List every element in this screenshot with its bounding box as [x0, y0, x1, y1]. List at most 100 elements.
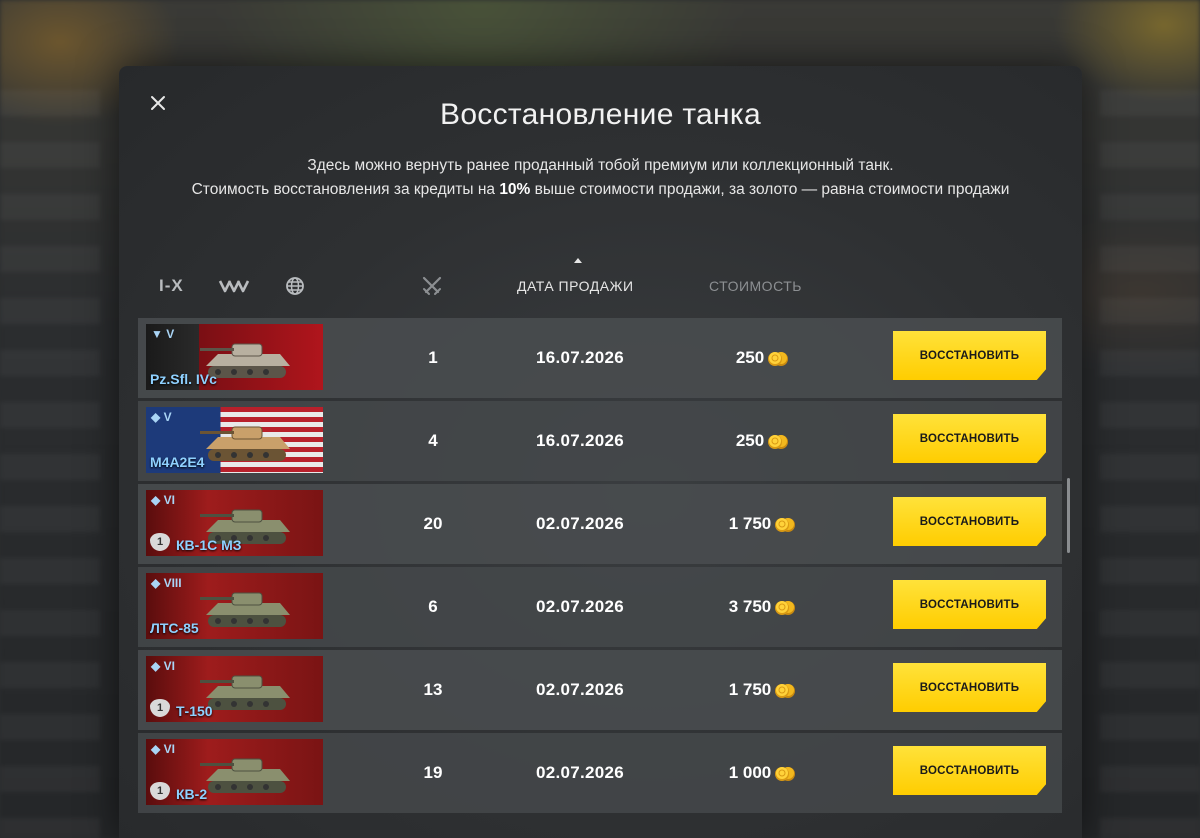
tier-label: VI	[163, 742, 175, 756]
tank-image	[198, 585, 298, 631]
background-sidebar	[1100, 90, 1200, 838]
tier-label: VI	[163, 493, 175, 507]
sale-date: 02.07.2026	[535, 763, 625, 782]
sale-date-column-header[interactable]: ДАТА ПРОДАЖИ	[517, 270, 634, 302]
tank-tier: ◆ VIII	[151, 576, 182, 590]
tank-list: ▼ V Pz.Sfl. IVc 1 16.07.2026 250 ВОССТАНОВИТЬ…	[138, 318, 1062, 816]
cost-value: 3 750	[728, 597, 772, 616]
restore-button[interactable]: ВОССТАНОВИТЬ	[893, 497, 1046, 546]
battles-column-header[interactable]	[421, 270, 443, 302]
restore-button[interactable]: ВОССТАНОВИТЬ	[893, 746, 1046, 795]
tank-name: M4A2E4	[150, 454, 205, 470]
restore-tank-dialog: Восстановление танка Здесь можно вернуть…	[119, 66, 1082, 838]
tank-card[interactable]: ◆ VIII ЛТС-85	[146, 573, 323, 639]
tank-type-icon: ◆	[151, 576, 161, 590]
tank-name: ЛТС-85	[150, 620, 199, 636]
vehicle-type-icon	[218, 280, 250, 293]
table-row: ◆ VI 1 Т-150 13 02.07.2026 1 750 ВОССТАНОВИТЬ	[138, 650, 1062, 730]
restore-cost: 250	[703, 401, 823, 481]
tier-label: V	[163, 410, 172, 424]
battles-count: 13	[423, 680, 443, 699]
restore-button[interactable]: ВОССТАНОВИТЬ	[893, 331, 1046, 380]
tank-card[interactable]: ◆ VI 1 КВ-2	[146, 739, 323, 805]
sale-date: 16.07.2026	[535, 348, 625, 367]
cost-value: 1 750	[728, 680, 772, 699]
restore-cost: 3 750	[703, 567, 823, 647]
restore-cost: 250	[703, 318, 823, 398]
cost-value: 250	[735, 348, 765, 367]
nation-filter[interactable]	[285, 270, 305, 302]
tank-name: Т-150	[176, 703, 213, 719]
sale-date: 02.07.2026	[535, 597, 625, 616]
tank-type-icon: ◆	[151, 410, 161, 424]
tank-type-icon: ▼	[151, 327, 163, 341]
battles-count: 1	[428, 348, 438, 367]
tank-name: КВ-1С МЗ	[176, 537, 242, 553]
restore-button[interactable]: ВОССТАНОВИТЬ	[893, 663, 1046, 712]
gold-coins-icon	[775, 518, 796, 532]
tank-tier: ◆ V	[151, 410, 172, 424]
sale-date: 02.07.2026	[535, 680, 625, 699]
sale-date: 16.07.2026	[535, 431, 625, 450]
filter-header: I-X ДАТА ПРОДАЖИ СТОИМОСТЬ	[119, 258, 1082, 302]
description-text: Стоимость восстановления за кредиты на	[191, 181, 500, 198]
cost-value: 250	[735, 431, 765, 450]
dialog-title: Восстановление танка	[440, 98, 761, 131]
description-percent: 10%	[499, 181, 531, 198]
tier-label: VI	[163, 659, 175, 673]
tank-image	[198, 419, 298, 465]
tank-image	[198, 751, 298, 797]
restore-cost: 1 750	[703, 650, 823, 730]
tank-type-icon: ◆	[151, 493, 161, 507]
gold-coins-icon	[775, 684, 796, 698]
tank-card[interactable]: ◆ VI 1 Т-150	[146, 656, 323, 722]
tank-card[interactable]: ▼ V Pz.Sfl. IVc	[146, 324, 323, 390]
table-row: ◆ VI 1 КВ-2 19 02.07.2026 1 000 ВОССТАНОВИТЬ	[138, 733, 1062, 813]
tank-name: Pz.Sfl. IVc	[150, 371, 217, 387]
tier-label: VIII	[163, 576, 182, 590]
gold-coins-icon	[775, 601, 796, 615]
gold-coins-icon	[768, 352, 789, 366]
table-row: ◆ VIII ЛТС-85 6 02.07.2026 3 750 ВОССТАНОВИТЬ	[138, 567, 1062, 647]
vehicle-type-filter[interactable]	[218, 270, 250, 302]
restore-button[interactable]: ВОССТАНОВИТЬ	[893, 414, 1046, 463]
globe-icon	[286, 277, 304, 295]
table-row: ▼ V Pz.Sfl. IVc 1 16.07.2026 250 ВОССТАНОВИТЬ	[138, 318, 1062, 398]
mastery-badge-icon: 1	[150, 699, 170, 717]
description-line-1: Здесь можно вернуть ранее проданный тобо…	[307, 157, 894, 174]
battles-count: 19	[423, 763, 443, 782]
tank-tier: ◆ VI	[151, 742, 175, 756]
dialog-description: Здесь можно вернуть ранее проданный тобо…	[169, 154, 1032, 202]
tank-card[interactable]: ◆ VI 1 КВ-1С МЗ	[146, 490, 323, 556]
table-row: ◆ V M4A2E4 4 16.07.2026 250 ВОССТАНОВИТЬ	[138, 401, 1062, 481]
battles-count: 20	[423, 514, 443, 533]
tank-type-icon: ◆	[151, 659, 161, 673]
tank-card[interactable]: ◆ V M4A2E4	[146, 407, 323, 473]
cost-value: 1 750	[728, 514, 772, 533]
battles-count: 6	[428, 597, 438, 616]
cost-column-header[interactable]: СТОИМОСТЬ	[709, 270, 802, 302]
background-sidebar	[0, 90, 100, 838]
mastery-badge-icon: 1	[150, 533, 170, 551]
restore-cost: 1 750	[703, 484, 823, 564]
gold-coins-icon	[768, 435, 789, 449]
tank-tier: ◆ VI	[151, 659, 175, 673]
sort-ascending-icon	[574, 258, 582, 263]
tank-type-icon: ◆	[151, 742, 161, 756]
description-line-2: Стоимость восстановления за кредиты на 1…	[169, 178, 1032, 202]
tank-image	[198, 668, 298, 714]
scrollbar-thumb[interactable]	[1067, 478, 1070, 553]
tier-filter[interactable]: I-X	[159, 270, 184, 302]
tank-tier: ▼ V	[151, 327, 174, 341]
table-row: ◆ VI 1 КВ-1С МЗ 20 02.07.2026 1 750 ВОССТАНОВИ…	[138, 484, 1062, 564]
restore-button[interactable]: ВОССТАНОВИТЬ	[893, 580, 1046, 629]
crossed-swords-icon	[422, 276, 442, 295]
tank-name: КВ-2	[176, 786, 208, 802]
restore-cost: 1 000	[703, 733, 823, 813]
tier-label: V	[166, 327, 175, 341]
sale-date-label: ДАТА ПРОДАЖИ	[517, 278, 634, 294]
gold-coins-icon	[775, 767, 796, 781]
sale-date: 02.07.2026	[535, 514, 625, 533]
tank-tier: ◆ VI	[151, 493, 175, 507]
cost-value: 1 000	[728, 763, 772, 782]
